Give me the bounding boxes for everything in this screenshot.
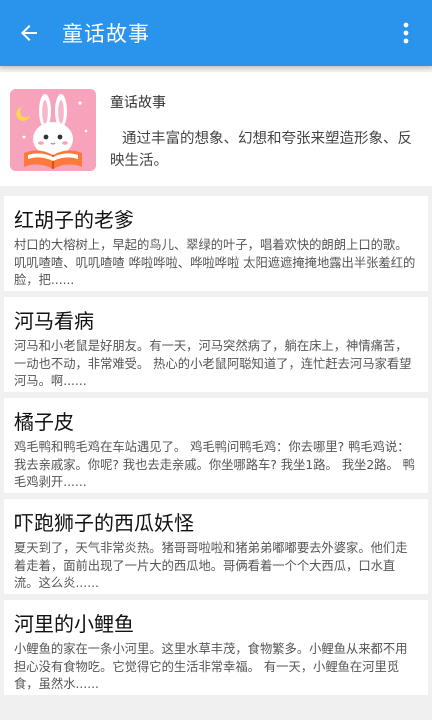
category-cover-image <box>10 89 96 171</box>
rabbit-book-icon <box>10 89 96 171</box>
story-title: 河里的小鲤鱼 <box>14 612 134 636</box>
category-description: 通过丰富的想象、幻想和夸张来塑造形象、反映生活。 <box>110 131 412 169</box>
story-title: 河马看病 <box>14 309 94 333</box>
story-item-4[interactable]: 吓跑狮子的西瓜妖怪 夏天到了，天气非常炎热。猪哥哥啦啦和猪弟弟嘟嘟要去外婆家。他… <box>4 499 428 594</box>
page-title: 童话故事 <box>62 22 150 46</box>
arrow-left-icon <box>21 25 37 41</box>
story-summary: 鸡毛鸭和鸭毛鸡在车站遇见了。 鸡毛鸭问鸭毛鸡：你去哪里? 鸭毛鸡说：我去亲戚家。… <box>14 440 415 489</box>
category-title: 童话故事 <box>110 95 166 111</box>
story-item-5[interactable]: 河里的小鲤鱼 小鲤鱼的家在一条小河里。这里水草丰茂，食物繁多。小鲤鱼从来都不用担… <box>4 600 428 695</box>
back-button[interactable] <box>0 0 58 66</box>
story-list: 红胡子的老爹 村口的大榕树上，早起的鸟儿、翠绿的叶子，唱着欢快的朗朗上口的歌。 … <box>0 196 432 701</box>
story-summary: 小鲤鱼的家在一条小河里。这里水草丰茂，食物繁多。小鲤鱼从来都不用担心没有食物吃。… <box>14 642 408 691</box>
app-bar: 童话故事 <box>0 0 432 66</box>
story-summary: 村口的大榕树上，早起的鸟儿、翠绿的叶子，唱着欢快的朗朗上口的歌。 叽叽喳喳、叽叽… <box>14 238 416 287</box>
story-item-2[interactable]: 河马看病 河马和小老鼠是好朋友。有一天，河马突然病了，躺在床上，神情痛苦，一动也… <box>4 297 428 392</box>
story-summary: 夏天到了，天气非常炎热。猪哥哥啦啦和猪弟弟嘟嘟要去外婆家。他们走着走着，面前出现… <box>14 541 408 590</box>
story-item-3[interactable]: 橘子皮 鸡毛鸭和鸭毛鸡在车站遇见了。 鸡毛鸭问鸭毛鸡：你去哪里? 鸭毛鸡说：我去… <box>4 398 428 493</box>
story-title: 橘子皮 <box>14 410 74 434</box>
more-options-button[interactable] <box>388 0 424 66</box>
category-header: 童话故事 通过丰富的想象、幻想和夸张来塑造形象、反映生活。 <box>0 72 432 186</box>
story-title: 吓跑狮子的西瓜妖怪 <box>14 511 194 535</box>
more-vert-icon <box>403 22 409 44</box>
story-item-1[interactable]: 红胡子的老爹 村口的大榕树上，早起的鸟儿、翠绿的叶子，唱着欢快的朗朗上口的歌。 … <box>4 196 428 291</box>
story-summary: 河马和小老鼠是好朋友。有一天，河马突然病了，躺在床上，神情痛苦，一动也不动，非常… <box>14 339 412 388</box>
story-title: 红胡子的老爹 <box>14 208 134 232</box>
